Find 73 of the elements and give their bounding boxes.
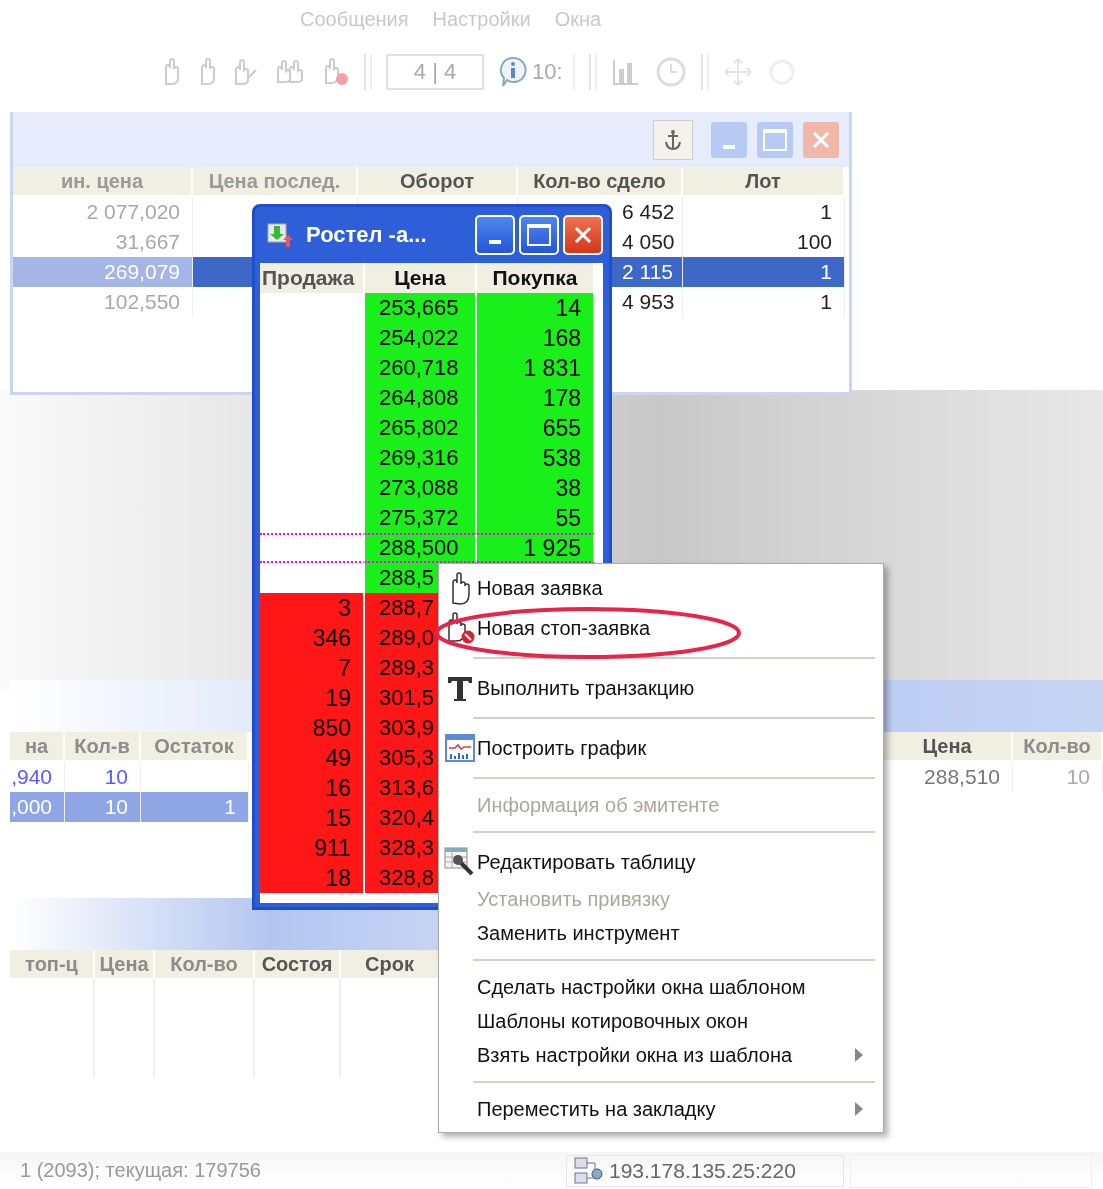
table-cell: 260,718 — [365, 353, 477, 383]
table-wrench-icon — [444, 846, 476, 878]
hands-icon[interactable] — [274, 58, 306, 86]
table-cell: 49 — [260, 743, 365, 773]
table-cell: 2 077,020 — [13, 197, 193, 227]
column-header[interactable]: Лот — [683, 167, 845, 195]
table-cell: 275,372 — [365, 503, 477, 533]
column-header[interactable]: Продажа — [260, 263, 365, 293]
table-cell: 55 — [477, 503, 595, 533]
table-cell: 346 — [260, 623, 365, 653]
menu-item[interactable]: Шаблоны котировочных окон — [443, 1004, 877, 1038]
table-cell: 273,088 — [365, 473, 477, 503]
table-cell: 1 — [683, 197, 845, 227]
column-header[interactable]: Цена — [365, 263, 477, 293]
toolbar-separator — [700, 54, 709, 90]
table-cell: 10 — [1013, 762, 1103, 792]
table-cell: 10 — [65, 792, 141, 822]
table-cell: 19 — [260, 683, 365, 713]
clock-icon[interactable] — [654, 56, 687, 88]
time-text: 10: — [532, 59, 563, 85]
window-icon — [266, 221, 294, 249]
table-cell: 850 — [260, 713, 365, 743]
status-text: 1 (2093); текущая: 179756 — [19, 1159, 262, 1182]
table-cell: 18 — [260, 863, 365, 893]
table-cell: 3 — [260, 593, 365, 623]
hand-icon[interactable] — [232, 58, 260, 86]
table-cell: 911 — [260, 833, 365, 863]
menu-item[interactable]: Заменить инструмент — [443, 916, 877, 950]
table-cell: 538 — [477, 443, 595, 473]
anchor-button[interactable] — [653, 119, 693, 160]
column-header[interactable]: Оборот — [358, 167, 518, 195]
table-cell: 7 — [260, 653, 365, 683]
table-cell: 15 — [260, 803, 365, 833]
toolbar-separator — [588, 54, 597, 90]
table-cell: 1 — [141, 792, 249, 822]
anchor-icon — [663, 127, 683, 152]
table-cell: 265,802 — [365, 413, 477, 443]
table-cell: 1 831 — [477, 353, 595, 383]
table-cell: 168 — [477, 323, 595, 353]
info-icon — [498, 56, 528, 88]
table-cell: 14 — [477, 293, 595, 323]
table-cell: 1 925 — [477, 533, 595, 563]
toolbar-separator — [364, 54, 372, 90]
window-title: Ростел -а... — [306, 222, 428, 248]
table-cell: 16 — [260, 773, 365, 803]
menu-item[interactable]: Сделать настройки окна шаблоном — [443, 970, 877, 1004]
table-cell: 1 — [683, 257, 845, 287]
table-cell: 178 — [477, 383, 595, 413]
column-header[interactable]: Состоя — [255, 950, 341, 978]
column-header[interactable]: Кол-во сдело — [518, 167, 683, 195]
menu-item[interactable]: Переместить на закладку — [443, 1092, 877, 1126]
letter-t-icon — [446, 674, 474, 702]
table-cell: 1 — [683, 287, 845, 317]
table-cell: 269,316 — [365, 443, 477, 473]
server-address: 193.178.135.25:220 — [609, 1158, 796, 1183]
move-icon[interactable] — [722, 57, 753, 87]
submenu-arrow-icon — [855, 1102, 863, 1116]
menu-item[interactable]: Взять настройки окна из шаблона — [443, 1038, 877, 1072]
table-cell: ,000 — [10, 792, 65, 822]
table-cell: 269,079 — [13, 257, 193, 287]
chart-icon — [445, 734, 475, 762]
table-cell: 264,808 — [365, 383, 477, 413]
table-cell: 102,550 — [13, 287, 193, 317]
table-cell: 253,665 — [365, 293, 477, 323]
table-cell: 655 — [477, 413, 595, 443]
table-cell: 254,022 — [365, 323, 477, 353]
table-cell: 288,500 — [365, 533, 477, 563]
bar-chart-icon[interactable] — [610, 57, 641, 87]
submenu-arrow-icon — [855, 1048, 863, 1062]
column-header[interactable]: Цена — [883, 732, 1013, 760]
table-cell: 38 — [477, 473, 595, 503]
column-header[interactable]: Срок — [341, 950, 440, 978]
column-header[interactable]: Покупка — [477, 263, 595, 293]
